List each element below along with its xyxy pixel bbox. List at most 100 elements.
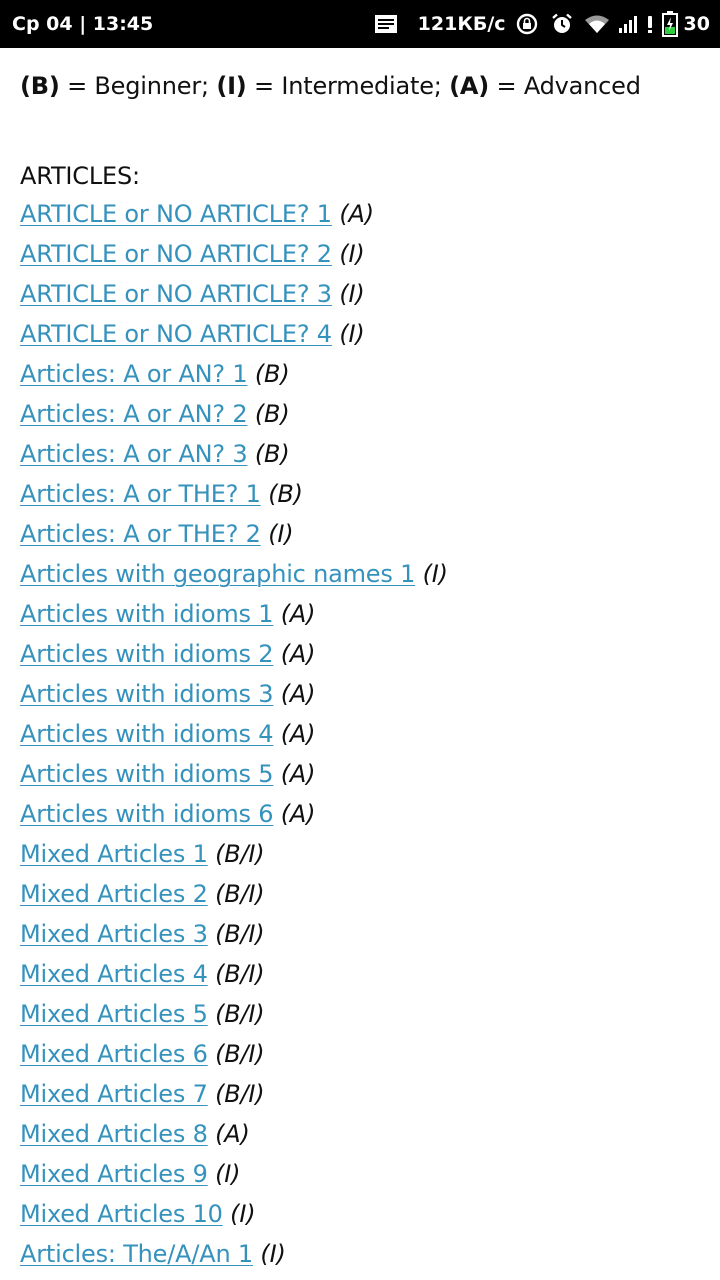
status-time: Ср 04 | 13:45 [12, 13, 154, 35]
battery-level: 30 [683, 13, 710, 35]
lesson-link[interactable]: Mixed Articles 10 [20, 1200, 223, 1228]
battery-charging-icon [661, 11, 678, 37]
lesson-link[interactable]: Mixed Articles 9 [20, 1160, 208, 1188]
lesson-level: (A) [280, 720, 316, 748]
lesson-link[interactable]: Mixed Articles 7 [20, 1080, 208, 1108]
notification-icon [374, 14, 398, 34]
list-item: Articles: A or AN? 3 (B) [20, 434, 710, 474]
lesson-level: (I) [260, 1240, 286, 1268]
lesson-level: (I) [339, 280, 365, 308]
list-item: Articles with idioms 6 (A) [20, 794, 710, 834]
legend-intermediate-text: = Intermediate; [246, 72, 450, 100]
list-item: Mixed Articles 9 (I) [20, 1154, 710, 1194]
list-item: Articles: A or THE? 1 (B) [20, 474, 710, 514]
list-item: Mixed Articles 3 (B/I) [20, 914, 710, 954]
list-item: Mixed Articles 2 (B/I) [20, 874, 710, 914]
legend-advanced-code: (A) [449, 72, 490, 100]
lesson-level: (I) [268, 520, 294, 548]
lesson-link[interactable]: Mixed Articles 8 [20, 1120, 208, 1148]
lesson-link[interactable]: Articles: A or AN? 3 [20, 440, 248, 468]
lesson-level: (B/I) [215, 960, 265, 988]
lesson-link[interactable]: Mixed Articles 1 [20, 840, 208, 868]
lesson-level: (B) [254, 400, 290, 428]
list-item: Articles: A or AN? 2 (B) [20, 394, 710, 434]
list-item: Articles with geographic names 1 (I) [20, 554, 710, 594]
lesson-level: (I) [215, 1160, 241, 1188]
lesson-level: (B) [254, 360, 290, 388]
status-bar: Ср 04 | 13:45 121КБ/с 30 [0, 0, 720, 48]
list-item: ARTICLE or NO ARTICLE? 3 (I) [20, 274, 710, 314]
lesson-level: (A) [215, 1120, 250, 1148]
list-item: Mixed Articles 6 (B/I) [20, 1034, 710, 1074]
lesson-link[interactable]: Articles: A or THE? 1 [20, 480, 261, 508]
list-item: Mixed Articles 4 (B/I) [20, 954, 710, 994]
lesson-link[interactable]: ARTICLE or NO ARTICLE? 4 [20, 320, 332, 348]
lesson-level: (B/I) [215, 840, 265, 868]
list-item: Articles: A or AN? 1 (B) [20, 354, 710, 394]
lesson-list: ARTICLE or NO ARTICLE? 1 (A) ARTICLE or … [20, 194, 710, 1274]
lesson-level: (B) [254, 440, 290, 468]
legend-beginner-code: (B) [20, 72, 60, 100]
lesson-level: (A) [280, 680, 316, 708]
status-icons: 121КБ/с 30 [374, 0, 710, 48]
signal-icon [618, 14, 640, 34]
lesson-link[interactable]: Articles: A or AN? 1 [20, 360, 248, 388]
list-item: Mixed Articles 5 (B/I) [20, 994, 710, 1034]
lesson-link[interactable]: Articles with idioms 6 [20, 800, 274, 828]
lesson-level: (B/I) [215, 920, 265, 948]
list-item: Mixed Articles 7 (B/I) [20, 1074, 710, 1114]
lesson-link[interactable]: Mixed Articles 4 [20, 960, 208, 988]
lesson-level: (B/I) [215, 1040, 265, 1068]
net-speed: 121КБ/с [417, 13, 506, 35]
list-item: ARTICLE or NO ARTICLE? 1 (A) [20, 194, 710, 234]
legend-beginner-text: = Beginner; [59, 72, 217, 100]
lesson-level: (A) [280, 760, 316, 788]
lesson-level: (I) [339, 320, 365, 348]
lesson-link[interactable]: Mixed Articles 5 [20, 1000, 208, 1028]
lesson-link[interactable]: Articles with idioms 3 [20, 680, 274, 708]
alarm-icon [550, 12, 574, 36]
list-item: Articles with idioms 3 (A) [20, 674, 710, 714]
list-item: Articles with idioms 2 (A) [20, 634, 710, 674]
list-item: Mixed Articles 10 (I) [20, 1194, 710, 1234]
lesson-link[interactable]: Articles with geographic names 1 [20, 560, 415, 588]
legend-advanced-text: = Advanced [489, 72, 641, 100]
list-item: Articles: The/A/An 1 (I) [20, 1234, 710, 1274]
list-item: Articles: A or THE? 2 (I) [20, 514, 710, 554]
lesson-level: (I) [339, 240, 365, 268]
lesson-level: (A) [339, 200, 374, 228]
lesson-level: (B/I) [215, 1080, 265, 1108]
vpn-lock-icon [516, 13, 538, 35]
lesson-link[interactable]: Articles: A or THE? 2 [20, 520, 261, 548]
lesson-link[interactable]: ARTICLE or NO ARTICLE? 2 [20, 240, 332, 268]
section-title: ARTICLES: [20, 162, 140, 190]
lesson-level: (B) [268, 480, 303, 508]
lesson-link[interactable]: Articles with idioms 4 [20, 720, 274, 748]
legend-intermediate-code: (I) [216, 72, 247, 100]
list-item: Articles with idioms 1 (A) [20, 594, 710, 634]
lesson-link[interactable]: Articles: A or AN? 2 [20, 400, 248, 428]
page-content: (B) = Beginner; (I) = Intermediate; (A) … [20, 68, 710, 1274]
lesson-link[interactable]: Articles with idioms 2 [20, 640, 274, 668]
lesson-link[interactable]: ARTICLE or NO ARTICLE? 3 [20, 280, 332, 308]
lesson-link[interactable]: Mixed Articles 3 [20, 920, 208, 948]
lesson-level: (B/I) [215, 880, 265, 908]
lesson-link[interactable]: ARTICLE or NO ARTICLE? 1 [20, 200, 332, 228]
list-item: Mixed Articles 1 (B/I) [20, 834, 710, 874]
lesson-link[interactable]: Articles: The/A/An 1 [20, 1240, 253, 1268]
lesson-level: (B/I) [215, 1000, 265, 1028]
lesson-link[interactable]: Articles with idioms 1 [20, 600, 274, 628]
lesson-link[interactable]: Articles with idioms 5 [20, 760, 274, 788]
wifi-icon [584, 14, 610, 34]
lesson-level: (I) [230, 1200, 256, 1228]
lesson-link[interactable]: Mixed Articles 6 [20, 1040, 208, 1068]
list-item: ARTICLE or NO ARTICLE? 4 (I) [20, 314, 710, 354]
level-legend: (B) = Beginner; (I) = Intermediate; (A) … [20, 68, 710, 104]
list-item: Articles with idioms 5 (A) [20, 754, 710, 794]
lesson-level: (A) [280, 600, 316, 628]
lesson-level: (I) [422, 560, 448, 588]
signal-secondary-icon [646, 14, 654, 34]
lesson-level: (A) [280, 640, 316, 668]
lesson-link[interactable]: Mixed Articles 2 [20, 880, 208, 908]
list-item: ARTICLE or NO ARTICLE? 2 (I) [20, 234, 710, 274]
